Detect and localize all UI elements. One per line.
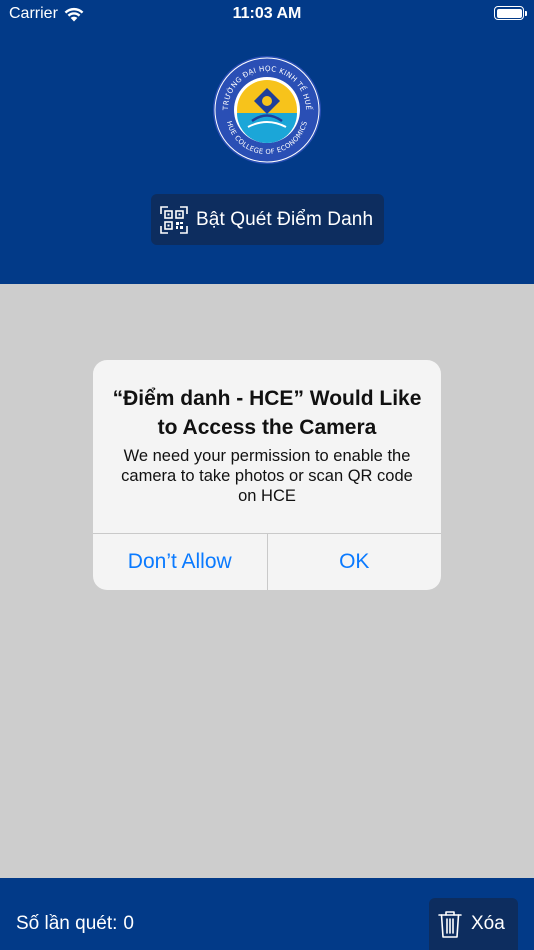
scan-count: Số lần quét: 0	[16, 913, 134, 935]
dialog-title: “Điểm danh - HCE” Would Like to Access t…	[112, 387, 422, 439]
dont-allow-button[interactable]: Don’t Allow	[93, 534, 267, 590]
scan-attendance-button[interactable]: Bật Quét Điểm Danh	[151, 194, 384, 245]
scan-count-value: 0	[123, 913, 134, 934]
dialog-message: We need your permission to enable the ca…	[121, 447, 413, 505]
scan-button-label: Bật Quét Điểm Danh	[196, 208, 374, 230]
hce-logo: TRƯỜNG ĐẠI HỌC KINH TẾ HUẾ HUE COLLEGE O…	[213, 56, 321, 164]
battery-level	[496, 8, 522, 18]
footer-bar: Số lần quét: 0 Xóa	[0, 878, 534, 950]
delete-button[interactable]: Xóa	[429, 898, 518, 950]
scan-count-label: Số lần quét:	[16, 913, 118, 934]
clock: 11:03 AM	[232, 5, 302, 22]
ok-button[interactable]: OK	[266, 534, 442, 590]
dialog-actions: Don’t Allow OK	[93, 533, 441, 590]
status-bar: Carrier 11:03 AM	[0, 0, 534, 28]
header-panel: Carrier 11:03 AM TRƯỜNG ĐẠI HỌC KINH TẾ …	[0, 0, 534, 284]
camera-permission-dialog: “Điểm danh - HCE” Would Like to Access t…	[93, 360, 441, 590]
delete-button-label: Xóa	[471, 913, 505, 934]
battery-full-icon	[494, 6, 527, 20]
qr-scan-icon	[160, 205, 188, 234]
trash-icon	[438, 911, 462, 938]
